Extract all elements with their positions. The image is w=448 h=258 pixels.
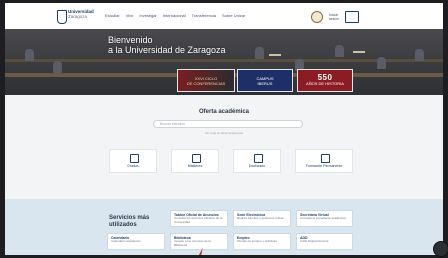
banner-line2: AÑOS DE HISTORIA (306, 81, 344, 86)
hero-title-line1: Bienvenido (108, 35, 153, 45)
service-secretaria[interactable]: Secretaría Virtual Consulta tu expedient… (296, 210, 353, 227)
card-doctorado[interactable]: Doctorado (233, 149, 281, 173)
service-tablon[interactable]: Tablón Oficial de Anuncios Consulta los … (170, 210, 228, 227)
doctorate-icon (253, 154, 263, 163)
card-formacion-permanente[interactable]: Formación Permanente (295, 149, 353, 173)
book-icon (191, 154, 201, 163)
main-menu: Estudiar Vivir Investigar Internacional … (105, 13, 245, 18)
nav-link-internacional[interactable]: Internacional (163, 13, 186, 18)
nav-link-vivir[interactable]: Vivir (126, 13, 134, 18)
chat-button[interactable] (433, 241, 448, 257)
service-empleo[interactable]: Empleo Ofertas de empleo y prácticas (233, 233, 291, 250)
card-grados[interactable]: Grados (109, 149, 157, 173)
service-biblioteca[interactable]: Biblioteca Accede a los recursos de la B… (170, 233, 228, 250)
promo-banner-campus-iberus[interactable]: CAMPUS IBERUS (237, 69, 293, 92)
certificate-icon (320, 154, 330, 163)
browser-viewport: Universidad Zaragoza Estudiar Vivir Inve… (5, 3, 443, 255)
logo-sub: Zaragoza (68, 14, 88, 19)
login-link[interactable]: Iniciar sesión (329, 13, 339, 21)
service-desc: Anillo Digital Docente (300, 239, 329, 243)
hero-title: Bienvenido a la Universidad de Zaragoza (108, 35, 226, 55)
oferta-all-link[interactable]: Ver toda la oferta académica (5, 131, 443, 135)
hero-student (415, 49, 424, 61)
card-label: Formación Permanente (305, 164, 343, 168)
hero-lamp (269, 54, 281, 56)
hero-student (335, 45, 344, 57)
menu-icon[interactable] (345, 11, 359, 23)
service-calendario[interactable]: Calendario Calendario académico (107, 233, 165, 250)
hero-student (377, 57, 386, 69)
hero-student (25, 49, 34, 61)
search-placeholder: Buscar estudios (160, 122, 185, 126)
card-label: Másteres (187, 164, 203, 168)
hero-title-line2: a la Universidad de Zaragoza (108, 45, 226, 55)
promo-banner-550-anos[interactable]: 550 AÑOS DE HISTORIA (297, 69, 353, 92)
login-line2: sesión (328, 17, 339, 21)
top-navigation: Universidad Zaragoza Estudiar Vivir Inve… (5, 3, 443, 30)
nav-link-transferencia[interactable]: Transferencia (192, 13, 216, 18)
services-title-line2: utilizados (109, 221, 137, 228)
service-desc: Realiza trámites y gestiones online (237, 216, 284, 220)
card-label: Doctorado (248, 164, 266, 168)
hero-student (53, 61, 62, 73)
university-logo-icon[interactable] (57, 10, 67, 24)
card-label: Grados (127, 164, 139, 168)
banner-line2: DE CONFERENCIAS (186, 80, 226, 86)
oferta-title: Oferta académica (198, 109, 250, 115)
hero-student (255, 47, 264, 59)
services-title: Servicios más utilizados (109, 215, 149, 228)
service-desc: Consulta los anuncios oficiales de la Un… (174, 216, 223, 224)
seal-icon (310, 11, 323, 23)
service-add[interactable]: ADD Anillo Digital Docente (296, 233, 353, 250)
service-desc: Calendario académico (111, 239, 141, 243)
promo-banner-conferencias[interactable]: XXVI CICLO DE CONFERENCIAS (177, 69, 235, 92)
university-logo[interactable]: Universidad Zaragoza (68, 9, 94, 19)
hero-lamp (353, 51, 365, 53)
nav-utilities: Iniciar sesión (310, 11, 359, 23)
nav-link-sobre-unizar[interactable]: Sobre Unizar (222, 13, 245, 18)
banner-line2: IBERUS (257, 80, 273, 86)
service-sede[interactable]: Sede Electrónica Realiza trámites y gest… (233, 210, 291, 227)
nav-link-estudiar[interactable]: Estudiar (105, 13, 120, 18)
service-desc: Consulta tu expediente académico (300, 216, 347, 220)
service-desc: Accede a los recursos de la Biblioteca (174, 239, 211, 247)
services-title-line1: Servicios más (109, 215, 150, 221)
service-desc: Ofertas de empleo y prácticas (237, 239, 277, 243)
card-masteres[interactable]: Másteres (171, 149, 219, 173)
nav-link-investigar[interactable]: Investigar (139, 13, 156, 18)
studies-search-input[interactable]: Buscar estudios (153, 120, 303, 128)
graduation-icon (129, 154, 139, 163)
